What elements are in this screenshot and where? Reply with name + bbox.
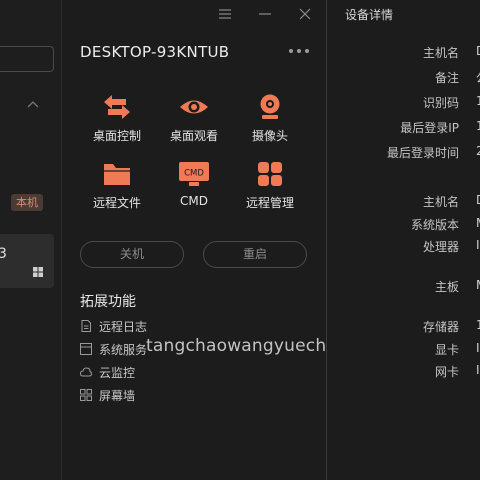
- detail-value: 公: [476, 69, 480, 86]
- device-search-input[interactable]: [0, 46, 54, 72]
- desktop-control-button[interactable]: 桌面控制: [77, 94, 157, 156]
- local-machine-badge: 本机: [11, 194, 43, 211]
- detail-value: D: [476, 44, 480, 58]
- ext-item-label: 云监控: [99, 366, 136, 380]
- detail-value: I: [476, 341, 480, 355]
- detail-value: 1: [476, 318, 480, 332]
- detail-row: 显卡 I: [327, 341, 480, 357]
- cloud-icon: [80, 367, 92, 377]
- detail-key: 主板: [434, 280, 459, 294]
- cmd-label: CMD: [180, 194, 208, 208]
- remote-manage-button[interactable]: 远程管理: [230, 161, 310, 223]
- detail-value: 1: [476, 119, 480, 133]
- remote-control-arrows-icon: [104, 95, 130, 119]
- detail-row: 主板 M: [327, 278, 480, 294]
- cmd-icon: CMD: [179, 162, 209, 186]
- desktop-view-button[interactable]: 桌面观看: [154, 94, 234, 156]
- detail-key: 主机名: [422, 46, 459, 60]
- detail-key: 存储器: [422, 320, 459, 334]
- detail-value: M: [476, 278, 480, 292]
- device-list-item-text: 3: [0, 246, 7, 262]
- remote-files-label: 远程文件: [92, 196, 141, 210]
- ext-item-label: 远程日志: [99, 320, 148, 334]
- detail-row: 处理器 I: [327, 238, 480, 254]
- detail-row: 识别码 1: [327, 94, 480, 110]
- service-icon: [80, 343, 92, 355]
- detail-key: 识别码: [422, 96, 459, 110]
- detail-key: 最后登录时间: [386, 146, 459, 160]
- webcam-icon: [260, 94, 280, 119]
- detail-value: I: [476, 238, 480, 252]
- detail-value: 2: [476, 144, 480, 158]
- close-icon[interactable]: [298, 7, 312, 21]
- desktop-control-label: 桌面控制: [92, 129, 141, 143]
- detail-row: 系统版本 M: [327, 216, 480, 232]
- cmd-button[interactable]: CMD CMD: [154, 161, 234, 223]
- chevron-up-icon[interactable]: [27, 100, 39, 110]
- detail-key: 网卡: [434, 365, 459, 379]
- remote-manage-label: 远程管理: [245, 196, 294, 210]
- detail-key: 最后登录IP: [400, 121, 459, 135]
- restart-button[interactable]: 重启: [203, 241, 307, 268]
- detail-row: 主机名 D: [327, 44, 480, 60]
- detail-row: 备注 公: [327, 69, 480, 85]
- detail-value: 1: [476, 94, 480, 108]
- detail-row: 主机名 D: [327, 193, 480, 209]
- detail-row: 最后登录时间 2: [327, 144, 480, 160]
- webcam-button[interactable]: 摄像头: [230, 94, 310, 156]
- detail-key: 处理器: [422, 240, 459, 254]
- detail-row: 最后登录IP 1: [327, 119, 480, 135]
- extensions-title: 拓展功能: [80, 294, 136, 310]
- detail-key: 主机名: [422, 195, 459, 209]
- menu-icon[interactable]: [218, 7, 232, 21]
- detail-key: 备注: [434, 71, 459, 85]
- grid-manage-icon: [258, 162, 282, 186]
- detail-row: 网卡 I: [327, 363, 480, 379]
- detail-key: 系统版本: [410, 218, 459, 232]
- minimize-icon[interactable]: [258, 7, 272, 21]
- desktop-view-label: 桌面观看: [169, 129, 218, 143]
- folder-icon: [104, 164, 130, 185]
- shutdown-button[interactable]: 关机: [80, 241, 184, 268]
- device-details-panel: 设备详情 主机名D备注公识别码1最后登录IP1最后登录时间2主机名D系统版本M处…: [326, 0, 480, 480]
- device-list-item[interactable]: 3: [0, 234, 54, 288]
- details-title: 设备详情: [345, 8, 394, 22]
- ext-item-label: 系统服务: [99, 343, 148, 357]
- detail-value: D: [476, 193, 480, 207]
- log-icon: [81, 320, 91, 332]
- webcam-label: 摄像头: [251, 129, 288, 143]
- device-panel: DESKTOP-93KNTUB 桌面控制 桌面观看 摄像头 远程文件 CMD C…: [62, 0, 371, 480]
- device-name-title: DESKTOP-93KNTUB: [80, 43, 230, 61]
- screen-wall-icon: [80, 389, 92, 401]
- device-list-panel: 本机 3: [0, 0, 62, 480]
- detail-key: 显卡: [434, 343, 459, 357]
- detail-value: I: [476, 363, 480, 377]
- windows-icon: [33, 267, 43, 277]
- more-options-icon[interactable]: [288, 44, 310, 58]
- remote-files-button[interactable]: 远程文件: [77, 161, 157, 223]
- window-controls: [212, 0, 326, 28]
- detail-row: 存储器 1: [327, 318, 480, 334]
- detail-value: M: [476, 216, 480, 230]
- eye-icon: [180, 100, 208, 114]
- svg-text:CMD: CMD: [184, 169, 204, 179]
- ext-item-label: 屏幕墙: [99, 389, 136, 403]
